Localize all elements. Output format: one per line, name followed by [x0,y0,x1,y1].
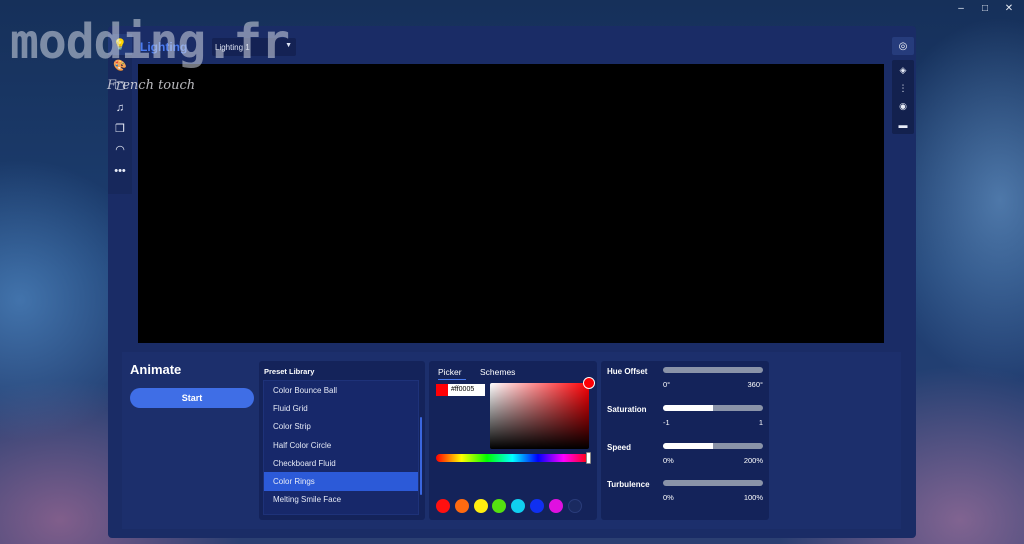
hue-offset-label: Hue Offset [607,367,648,376]
tab-schemes[interactable]: Schemes [480,367,515,377]
color-swatch[interactable] [454,499,469,513]
saturation-min: -1 [663,418,670,427]
close-icon[interactable]: ✕ [1004,2,1014,16]
device-bar: ◈ ⋮ ◉ ▬ [892,60,914,134]
hex-input[interactable] [448,384,485,396]
layers-button[interactable]: ◈ [895,63,911,78]
slider-fill [663,405,713,411]
sidebar-item-more[interactable]: ••• [108,160,132,181]
color-swatch[interactable] [511,499,526,513]
turbulence-max: 100% [743,493,763,502]
hue-slider-handle[interactable] [586,452,591,464]
watermark-subtitle: French touch [107,78,196,93]
color-swatch[interactable] [436,499,450,513]
start-button[interactable]: Start [130,388,254,408]
hue-slider[interactable] [436,454,589,462]
tab-picker[interactable]: Picker [438,367,466,380]
device-strip-button[interactable]: ⋮ [895,81,911,96]
preset-item[interactable]: Checkboard Fluid [264,454,418,472]
color-swatch[interactable] [548,499,563,513]
animate-panel: Animate Start Preset Library Color Bounc… [122,352,901,529]
spiral-icon: ◎ [898,40,908,52]
saturation-slider[interactable] [663,405,763,411]
speed-max: 200% [743,456,763,465]
color-swatch[interactable] [473,499,488,513]
color-swatch[interactable] [492,499,507,513]
screens-icon: ❐ [115,123,125,135]
hue-offset-min: 0° [663,380,671,389]
preview-canvas [138,64,884,343]
speed-min: 0% [663,456,674,465]
spiral-button[interactable]: ◎ [892,37,914,55]
color-swatch-empty[interactable] [567,499,582,513]
watermark-logo: modding.fr [10,14,290,70]
turbulence-min: 0% [663,493,674,502]
preset-item[interactable]: Half Color Circle [264,436,418,454]
saturation-max: 1 [758,418,763,427]
preset-library-title: Preset Library [264,367,315,376]
minimize-icon[interactable]: – [956,2,966,16]
color-swatch[interactable] [529,499,544,513]
preset-library: Preset Library Color Bounce Ball Fluid G… [259,361,425,520]
slider-fill [663,443,713,449]
os-window-controls: – □ ✕ [956,2,1014,16]
turbulence-label: Turbulence [607,480,650,489]
saturation-label: Saturation [607,405,647,414]
device-logo-icon: ◉ [899,101,907,111]
music-icon: ♫ [115,101,125,114]
preset-item-selected[interactable]: Color Rings [264,472,418,491]
more-icon: ••• [114,164,126,177]
color-swatches [436,499,582,513]
parameters-panel: Hue Offset 0° 360° Saturation -1 1 Speed… [601,361,769,520]
gauge-icon: ◠ [115,144,125,156]
preset-scrollbar[interactable] [420,417,422,495]
device-logo-button[interactable]: ◉ [895,99,911,114]
saturation-value-area[interactable] [490,383,589,449]
hue-offset-max: 360° [747,380,763,389]
keyboard-icon: ▬ [898,119,908,130]
preset-item[interactable]: Color Strip [264,418,418,436]
animate-title: Animate [130,362,182,377]
sidebar-item-screens[interactable]: ❐ [108,118,132,139]
sidebar-item-music[interactable]: ♫ [108,97,132,118]
preset-item[interactable]: Color Bounce Ball [264,381,418,399]
keyboard-button[interactable]: ▬ [895,117,911,132]
hue-offset-slider[interactable] [663,367,763,373]
preset-item[interactable]: Melting Smile Face [264,491,418,509]
preset-item[interactable]: Fluid Grid [264,399,418,417]
sidebar-item-gauge[interactable]: ◠ [108,139,132,160]
maximize-icon[interactable]: □ [980,2,990,16]
device-strip-icon: ⋮ [898,83,908,93]
saturation-value-handle[interactable] [583,377,595,389]
color-picker-panel: Picker Schemes [429,361,597,520]
speed-slider[interactable] [663,443,763,449]
preset-list[interactable]: Color Bounce Ball Fluid Grid Color Strip… [263,380,419,515]
turbulence-slider[interactable] [663,480,763,486]
app-window: 💡 🎨 🖵 ♫ ❐ ◠ ••• Lighting Lighting 1 ▼ ◎ … [108,26,916,538]
layers-icon: ◈ [899,65,907,75]
speed-label: Speed [607,443,632,452]
